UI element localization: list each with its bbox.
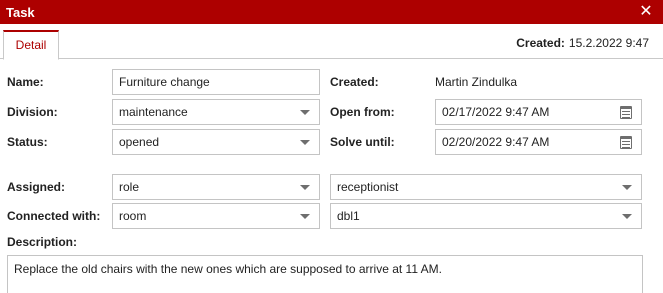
created-by-label: Created:	[330, 75, 379, 89]
open-from-label: Open from:	[330, 105, 395, 119]
description-textarea[interactable]: Replace the old chairs with the new ones…	[7, 255, 643, 293]
description-label: Description:	[7, 235, 78, 249]
assigned-type-select[interactable]: role	[112, 174, 320, 200]
assigned-label: Assigned:	[7, 180, 66, 194]
chevron-down-icon[interactable]	[622, 185, 632, 190]
calendar-icon[interactable]	[620, 136, 632, 149]
division-label: Division:	[7, 105, 58, 119]
window-titlebar: Task ✕	[0, 0, 663, 24]
connected-type-value: room	[119, 209, 147, 223]
assigned-target-select[interactable]: receptionist	[330, 174, 642, 200]
assigned-type-value: role	[119, 180, 140, 194]
created-timestamp-value: 15.2.2022 9:47	[568, 36, 649, 50]
name-label: Name:	[7, 75, 44, 89]
chevron-down-icon[interactable]	[300, 110, 310, 115]
close-icon[interactable]: ✕	[638, 3, 654, 21]
open-from-value: 02/17/2022 9:47 AM	[442, 105, 550, 119]
connected-target-select[interactable]: dbl1	[330, 203, 642, 229]
solve-until-datetime-input[interactable]: 02/20/2022 9:47 AM	[435, 129, 642, 155]
created-by-value: Martin Zindulka	[435, 75, 518, 89]
created-timestamp: Created: 15.2.2022 9:47	[516, 36, 649, 50]
window-title: Task	[6, 5, 35, 20]
chevron-down-icon[interactable]	[300, 185, 310, 190]
calendar-icon[interactable]	[620, 106, 632, 119]
status-select[interactable]: opened	[112, 129, 320, 155]
tab-strip: Detail Created: 15.2.2022 9:47	[0, 24, 663, 60]
solve-until-value: 02/20/2022 9:47 AM	[442, 135, 550, 149]
tab-detail[interactable]: Detail	[3, 30, 59, 60]
status-label: Status:	[7, 135, 48, 149]
connected-with-label: Connected with:	[7, 209, 101, 223]
connected-type-select[interactable]: room	[112, 203, 320, 229]
name-input[interactable]: Furniture change	[112, 69, 320, 95]
division-select[interactable]: maintenance	[112, 99, 320, 125]
open-from-datetime-input[interactable]: 02/17/2022 9:47 AM	[435, 99, 642, 125]
chevron-down-icon[interactable]	[300, 214, 310, 219]
solve-until-label: Solve until:	[330, 135, 395, 149]
division-select-value: maintenance	[119, 105, 188, 119]
chevron-down-icon[interactable]	[300, 140, 310, 145]
chevron-down-icon[interactable]	[622, 214, 632, 219]
status-select-value: opened	[119, 135, 160, 149]
assigned-target-value: receptionist	[337, 180, 399, 194]
connected-target-value: dbl1	[337, 209, 360, 223]
created-timestamp-label: Created:	[516, 36, 565, 50]
